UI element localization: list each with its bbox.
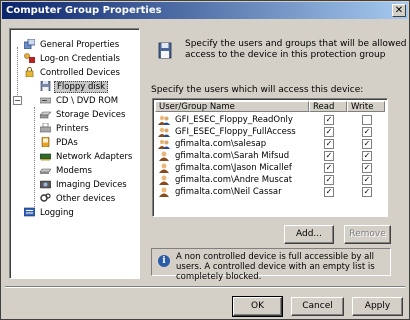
floppy-disk-icon — [40, 80, 51, 91]
read-checkbox[interactable]: ✓ — [324, 187, 334, 197]
tree-connector — [17, 47, 18, 97]
tree-item-pdas[interactable]: PDAs — [40, 136, 80, 149]
tree-item-imaging-devices[interactable]: Imaging Devices — [40, 179, 129, 191]
user-group-icon — [158, 139, 170, 149]
collapse-toggle[interactable]: − — [13, 96, 22, 105]
users-list[interactable]: User/Group Name Read Write GFI_ESEC_Flop… — [152, 98, 388, 217]
header-description: Specify the users and groups that will b… — [185, 39, 407, 60]
info-note: i A non controlled device is full access… — [151, 248, 391, 282]
user-name: gfimalta.com\Sarah Mifsud — [175, 151, 290, 161]
user-name: gfimalta.com\Neil Cassar — [175, 187, 282, 197]
imaging-device-icon — [40, 180, 51, 188]
other-devices-icon — [40, 192, 51, 202]
read-checkbox[interactable]: ✓ — [324, 139, 334, 149]
table-row[interactable]: gfimalta.com\Neil Cassar ✓ ✓ — [155, 186, 387, 198]
user-icon — [159, 151, 169, 161]
tree-item-cd-dvd-rom[interactable]: CD \ DVD ROM — [40, 95, 120, 107]
read-checkbox[interactable]: ✓ — [324, 151, 334, 161]
close-icon: ✕ — [394, 5, 404, 16]
ok-button[interactable]: OK — [232, 296, 283, 317]
user-name: GFI_ESEC_Floppy_ReadOnly — [175, 115, 293, 125]
read-checkbox[interactable]: ✓ — [324, 127, 334, 137]
pda-icon — [41, 136, 50, 147]
write-checkbox[interactable]: ✓ — [362, 175, 372, 185]
info-text: A non controlled device is full accessib… — [176, 252, 375, 282]
tree-connector — [34, 107, 35, 207]
tree-item-storage-devices[interactable]: Storage Devices — [40, 109, 127, 121]
table-row[interactable]: gfimalta.com\Sarah Mifsud ✓ ✓ — [155, 150, 387, 162]
logging-icon — [24, 207, 35, 216]
button-separator — [5, 286, 405, 288]
lock-icon — [25, 66, 34, 77]
table-row[interactable]: gfimalta.com\Jason Micallef ✓ ✓ — [155, 162, 387, 174]
write-checkbox[interactable]: ✓ — [362, 163, 372, 173]
write-checkbox[interactable]: ✓ — [362, 139, 372, 149]
column-header-read[interactable]: Read — [309, 101, 347, 112]
network-adapter-icon — [40, 153, 51, 160]
user-icon — [159, 163, 169, 173]
user-group-icon — [158, 127, 170, 137]
close-button[interactable]: ✕ — [392, 4, 406, 17]
read-checkbox[interactable]: ✓ — [324, 115, 334, 125]
tree-item-logon-credentials[interactable]: Log-on Credentials — [24, 52, 122, 65]
cd-dvd-icon — [40, 97, 51, 103]
table-row[interactable]: GFI_ESEC_Floppy_FullAccess ✓ ✓ — [155, 126, 387, 138]
table-row[interactable]: GFI_ESEC_Floppy_ReadOnly ✓ — [155, 114, 387, 126]
user-name: gfimalta.com\Jason Micallef — [175, 163, 292, 173]
column-header-name[interactable]: User/Group Name — [155, 101, 309, 112]
apply-button[interactable]: Apply — [352, 297, 403, 316]
info-icon: i — [158, 255, 170, 267]
tree-item-network-adapters[interactable]: Network Adapters — [40, 151, 134, 163]
table-row[interactable]: gfimalta.com\salesap ✓ ✓ — [155, 138, 387, 150]
computer-group-properties-dialog: Computer Group Properties ✕ − General Pr… — [0, 0, 410, 320]
storage-device-icon — [40, 111, 51, 118]
general-properties-icon — [24, 38, 35, 49]
window-title: Computer Group Properties — [6, 5, 162, 16]
credentials-icon — [24, 52, 35, 63]
read-checkbox[interactable]: ✓ — [324, 163, 334, 173]
users-list-label: Specify the users which will access this… — [151, 85, 364, 95]
tree-item-general-properties[interactable]: General Properties — [24, 38, 121, 51]
column-header-write[interactable]: Write — [347, 101, 385, 112]
remove-button[interactable]: Remove — [344, 225, 391, 244]
write-checkbox[interactable] — [362, 115, 372, 125]
floppy-disk-icon — [158, 42, 172, 59]
user-name: gfimalta.com\salesap — [175, 139, 267, 149]
user-group-icon — [158, 115, 170, 125]
modem-icon — [40, 168, 51, 174]
title-bar[interactable]: Computer Group Properties ✕ — [2, 2, 408, 19]
user-icon — [159, 187, 169, 197]
table-row[interactable]: gfimalta.com\Andre Muscat ✓ ✓ — [155, 174, 387, 186]
tree-item-printers[interactable]: Printers — [40, 122, 91, 135]
tree-item-floppy-disk[interactable]: Floppy disk — [40, 80, 109, 93]
write-checkbox[interactable]: ✓ — [362, 187, 372, 197]
tree-item-logging[interactable]: Logging — [24, 207, 76, 219]
add-button[interactable]: Add... — [284, 225, 334, 244]
write-checkbox[interactable]: ✓ — [362, 127, 372, 137]
write-checkbox[interactable]: ✓ — [362, 151, 372, 161]
settings-tree: − General Properties Log-on Credentials … — [9, 28, 140, 279]
read-checkbox[interactable]: ✓ — [324, 175, 334, 185]
tree-item-modems[interactable]: Modems — [40, 165, 94, 177]
cancel-button[interactable]: Cancel — [291, 297, 344, 316]
user-icon — [159, 175, 169, 185]
tree-item-other-devices[interactable]: Other devices — [40, 192, 117, 205]
tree-item-controlled-devices[interactable]: Controlled Devices — [24, 66, 122, 79]
user-name: GFI_ESEC_Floppy_FullAccess — [175, 127, 296, 137]
printer-icon — [40, 122, 51, 132]
user-name: gfimalta.com\Andre Muscat — [175, 175, 293, 185]
